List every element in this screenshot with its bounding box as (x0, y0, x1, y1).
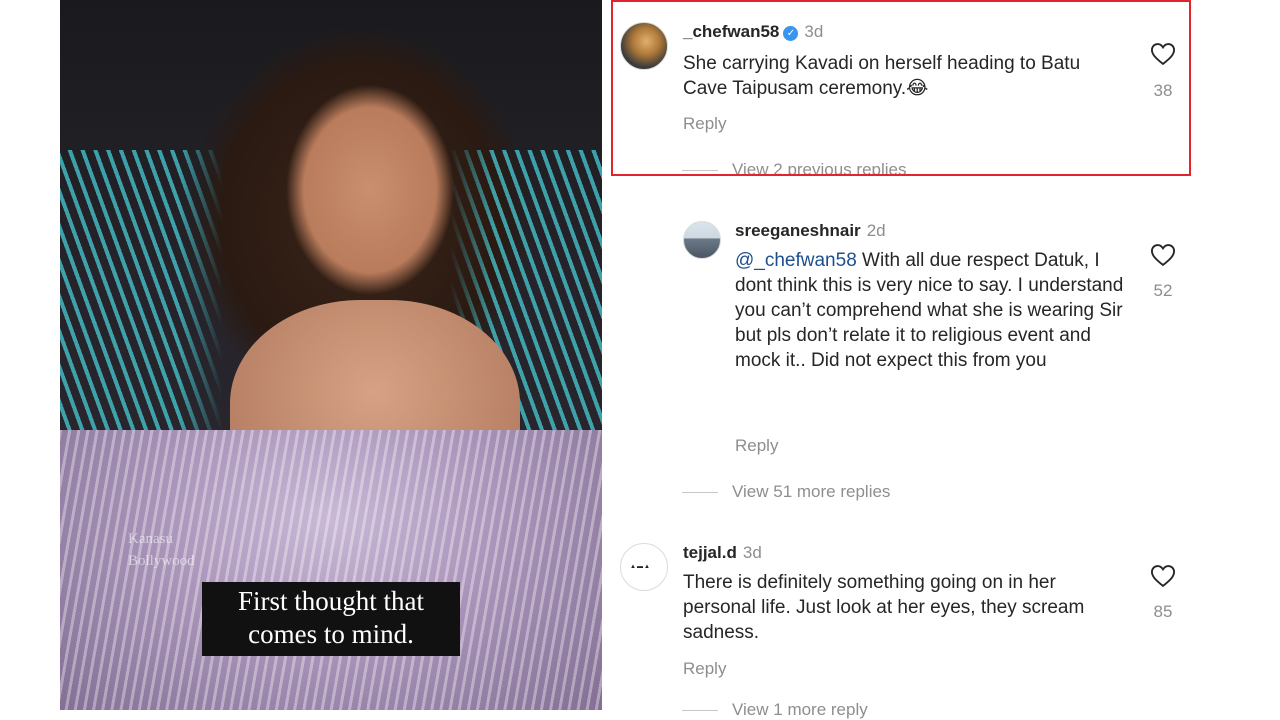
avatar-logo: ▲▬▲ (630, 564, 651, 570)
divider-line (682, 492, 718, 494)
highlighted-comment-region: _chefwan58 ✓ 3d She carrying Kavadi on her… (612, 0, 1190, 174)
avatar[interactable] (620, 22, 668, 70)
comment-time: 2d (866, 221, 886, 240)
comment-text: She carrying Kavadi on herself heading t… (683, 53, 1081, 99)
avatar[interactable]: ▲▬▲ (620, 543, 668, 591)
view-replies-button[interactable]: View 1 more reply (682, 700, 868, 720)
comment-time: 3d (742, 543, 762, 562)
mention-link[interactable]: @_chefwan58 (735, 250, 857, 271)
view-replies-label[interactable]: View 2 previous replies (732, 160, 907, 174)
reply-button[interactable]: Reply (683, 114, 726, 134)
photo-caption: First thought that comes to mind. (202, 582, 460, 656)
photo-watermark: Kanasu Bollywood (128, 531, 195, 569)
reply-button[interactable]: Reply (735, 436, 778, 456)
comment-time: 3d (804, 22, 824, 41)
like-count: 85 (1153, 602, 1173, 621)
username-text[interactable]: sreeganeshnair (735, 221, 861, 240)
heart-outline-icon[interactable] (1149, 241, 1177, 269)
heart-outline-icon[interactable] (1149, 40, 1177, 68)
like-count: 52 (1153, 281, 1173, 300)
view-replies-button[interactable]: View 51 more replies (682, 482, 890, 502)
avatar[interactable] (683, 221, 721, 259)
like-count: 38 (1153, 81, 1173, 100)
reply-button[interactable]: Reply (683, 659, 726, 679)
view-replies-label[interactable]: View 51 more replies (732, 482, 890, 501)
comment-username[interactable]: sreeganeshnair 2d (735, 221, 886, 241)
caption-line-2: comes to mind. (248, 619, 414, 649)
divider-line (682, 170, 718, 172)
caption-line-1: First thought that (237, 586, 424, 616)
verified-badge-icon: ✓ (783, 26, 799, 41)
comment-text: There is definitely something going on i… (683, 572, 1085, 643)
username-text[interactable]: _chefwan58 (683, 22, 779, 41)
heart-outline-icon[interactable] (1149, 562, 1177, 590)
view-replies-button[interactable]: View 2 previous replies (682, 160, 907, 174)
comment-username[interactable]: tejjal.d 3d (683, 543, 762, 563)
comment-username[interactable]: _chefwan58 ✓ 3d (683, 22, 823, 42)
comment-text: @_chefwan58 With all due respect Datuk, … (735, 248, 1135, 373)
username-text[interactable]: tejjal.d (683, 543, 737, 562)
divider-line (682, 710, 718, 712)
